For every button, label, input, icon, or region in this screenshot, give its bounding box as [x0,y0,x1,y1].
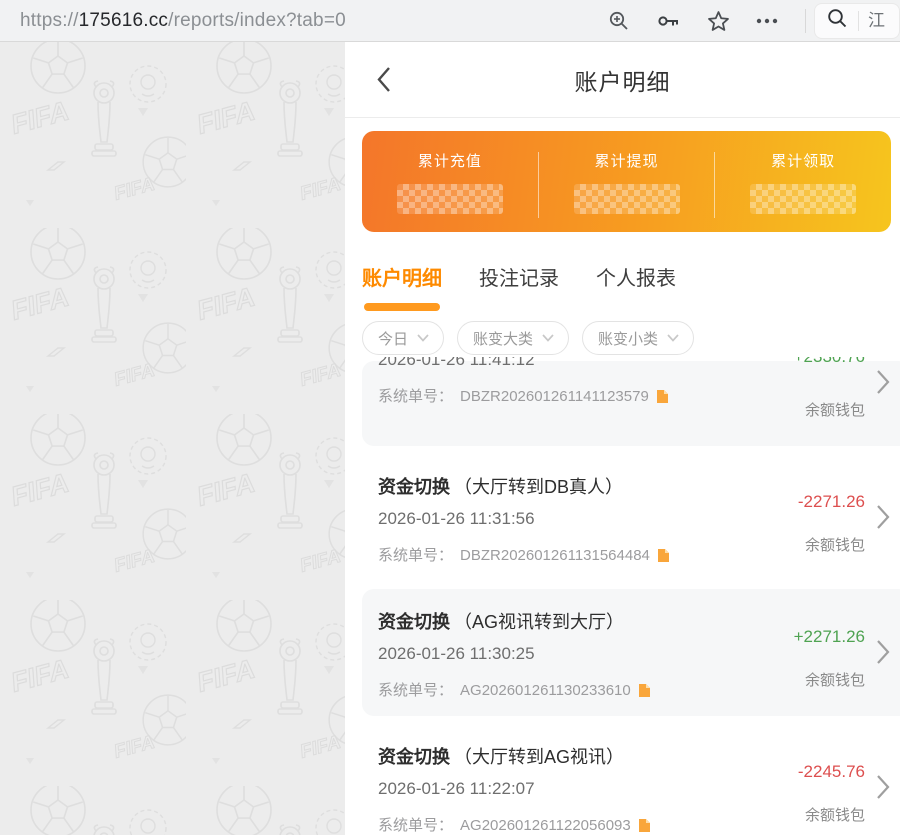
tab-personal-report[interactable]: 个人报表 [596,262,676,311]
row-amount: +2271.26 [794,627,865,647]
account-detail-panel: 账户明细 累计充值 累计提现 累计领取 账户明细 投注记录 [345,42,900,835]
row-note: （大厅转到DB真人） [454,477,623,497]
summary-col-total-withdraw: 累计提现 [539,150,715,232]
transaction-row[interactable]: 2026-01-26 11:41:12 系统单号：DBZR20260126114… [362,357,900,446]
row-type: 资金切换 [378,747,450,767]
summary-label: 累计提现 [539,150,715,171]
row-amount: -2245.76 [798,762,865,782]
redacted-value [397,184,503,214]
row-wallet: 余额钱包 [805,399,865,420]
tab-label: 投注记录 [479,268,559,290]
address-bar[interactable]: https://175616.cc/reports/index?tab=0 [20,10,598,32]
order-label: 系统单号： [378,546,453,565]
order-number: AG202601261122056093 [460,816,631,835]
filter-label: 账变大类 [473,328,533,349]
url-path: /reports/index?tab=0 [168,10,346,31]
chevron-left-icon [376,66,392,93]
page-header: 账户明细 [345,42,900,118]
summary-card: 累计充值 累计提现 累计领取 [362,131,891,232]
chevron-right-icon[interactable] [876,504,890,530]
row-note: （大厅转到AG视讯） [454,747,624,767]
summary-col-total-claim: 累计领取 [715,150,891,232]
back-button[interactable] [369,65,399,95]
filter-label: 账变小类 [598,328,658,349]
row-type: 资金切换 [378,477,450,497]
url-scheme: https:// [20,10,79,31]
tab-label: 账户明细 [362,268,442,290]
summary-col-total-deposit: 累计充值 [362,150,538,232]
order-label: 系统单号： [378,387,453,406]
browser-bar: https://175616.cc/reports/index?tab=0 江 [0,0,900,42]
filter-category-major[interactable]: 账变大类 [457,321,569,355]
redacted-value [574,184,680,214]
order-number: AG202601261130233610 [460,681,631,700]
order-label: 系统单号： [378,681,453,700]
tab-bar: 账户明细 投注记录 个人报表 [362,262,900,311]
chevron-right-icon[interactable] [876,639,890,665]
search-hint-text: 江 [858,11,885,31]
transaction-list: 2026-01-26 11:41:12 系统单号：DBZR20260126114… [345,357,900,835]
browser-search-box[interactable]: 江 [814,3,900,39]
search-icon [827,8,848,34]
active-tab-underline [364,303,440,311]
filter-category-minor[interactable]: 账变小类 [582,321,694,355]
tab-label: 个人报表 [596,268,676,290]
copy-icon[interactable] [638,683,651,698]
chevron-right-icon[interactable] [876,774,890,800]
bookmark-star-icon[interactable] [708,11,729,31]
row-wallet: 余额钱包 [805,804,865,825]
overflow-menu-icon[interactable] [756,18,778,24]
copy-icon[interactable] [656,389,669,404]
page-title: 账户明细 [575,63,671,97]
row-wallet: 余额钱包 [805,669,865,690]
copy-icon[interactable] [657,548,670,563]
copy-icon[interactable] [638,818,651,833]
transaction-row[interactable]: 资金切换（大厅转到DB真人） 2026-01-26 11:31:56 系统单号：… [362,454,900,581]
fifa-pattern-background: FIFA FIFA [0,42,345,835]
tab-bet-records[interactable]: 投注记录 [479,262,559,311]
transaction-row[interactable]: 资金切换（大厅转到AG视讯） 2026-01-26 11:22:07 系统单号：… [362,724,900,835]
filter-label: 今日 [378,328,408,349]
chevron-down-icon [417,334,429,342]
chevron-down-icon [542,334,554,342]
row-amount: +2330.76 [794,357,865,367]
redacted-value [750,184,856,214]
zoom-in-icon[interactable] [608,10,630,32]
summary-label: 累计领取 [715,150,891,171]
chevron-right-icon[interactable] [876,369,890,395]
url-domain: 175616.cc [79,10,168,31]
row-amount: -2271.26 [798,492,865,512]
row-note: （AG视讯转到大厅） [454,612,624,632]
filter-date-today[interactable]: 今日 [362,321,444,355]
order-label: 系统单号： [378,816,453,835]
key-icon[interactable] [657,11,681,31]
filter-bar: 今日 账变大类 账变小类 [362,321,900,355]
summary-label: 累计充值 [362,150,538,171]
transaction-row[interactable]: 资金切换（AG视讯转到大厅） 2026-01-26 11:30:25 系统单号：… [362,589,900,716]
order-number: DBZR202601261141123579 [460,387,649,406]
chevron-down-icon [667,334,679,342]
order-number: DBZR202601261131564484 [460,546,650,565]
tab-account-details[interactable]: 账户明细 [362,262,442,311]
row-type: 资金切换 [378,612,450,632]
row-wallet: 余额钱包 [805,534,865,555]
toolbar-divider [805,9,806,33]
